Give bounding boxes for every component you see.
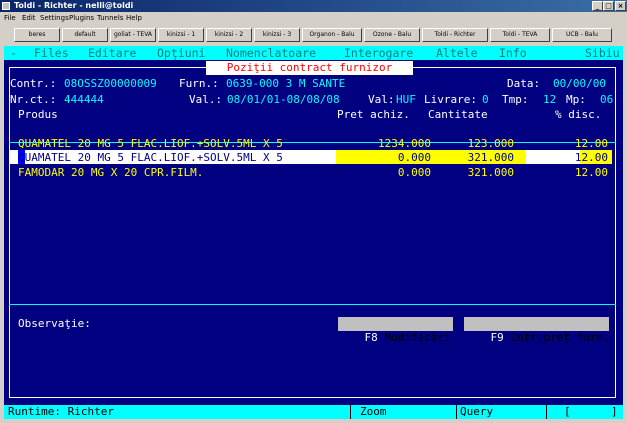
session-button-kinizsi-3[interactable]: kinizsi - 3 bbox=[254, 28, 300, 42]
furn-label: Furn.: bbox=[179, 77, 219, 90]
minimize-button[interactable]: _ bbox=[592, 1, 603, 11]
session-button-toldi-richter[interactable]: Toldi - Richter bbox=[422, 28, 488, 42]
app-menu-interogare[interactable]: Interogare bbox=[344, 46, 413, 60]
window-title-bar: Toldi - Richter - nelli@toldi _ □ × bbox=[0, 0, 627, 12]
livrare-value[interactable]: 0 bbox=[482, 93, 489, 106]
app-menu-altele[interactable]: Altele bbox=[436, 46, 478, 60]
f8-modificari-button[interactable]: F8 Modificări bbox=[338, 317, 453, 344]
data-value[interactable]: 00/00/00 bbox=[553, 77, 606, 90]
status-query: Query bbox=[460, 405, 494, 418]
tmp-label: Tmp: bbox=[502, 93, 529, 106]
val-label: Val.: bbox=[189, 93, 223, 106]
row-cantitate: 123.000 bbox=[467, 137, 514, 150]
column-header-produs: Produs bbox=[18, 108, 58, 121]
val-value[interactable]: 08/01/01-08/08/08 bbox=[227, 93, 340, 106]
menu-help[interactable]: Help bbox=[126, 12, 142, 24]
app-menu-files[interactable]: Files bbox=[34, 46, 69, 60]
app-menu-info[interactable]: Info bbox=[499, 46, 527, 60]
form-title: Poziţii contract furnizor bbox=[206, 61, 413, 75]
footer-separator bbox=[9, 304, 616, 305]
maximize-button[interactable]: □ bbox=[603, 1, 614, 11]
row-disc: 12.00 bbox=[574, 166, 608, 179]
app-menu-dash: - bbox=[10, 46, 17, 60]
tmp-value[interactable]: 12 bbox=[543, 93, 556, 106]
status-runtime: Runtime: Richter bbox=[8, 405, 114, 418]
furn-value[interactable]: 0639-000 3 M SANTE bbox=[226, 77, 345, 90]
app-menu-bar: - Files Editare Opţiuni Nomenclatoare In… bbox=[4, 46, 623, 60]
session-button-goliat-teva[interactable]: goliat - TEVA bbox=[110, 28, 156, 42]
column-header-pret: Pret achiz. bbox=[337, 108, 410, 121]
valuta-value[interactable]: HUF bbox=[396, 93, 416, 106]
column-header-disc: % disc. bbox=[555, 108, 602, 121]
close-button[interactable]: × bbox=[615, 1, 626, 11]
data-label: Data: bbox=[507, 77, 541, 90]
column-header-cantitate: Cantitate bbox=[428, 108, 488, 121]
f9-label: Intr.preţ furn. bbox=[510, 331, 610, 344]
row-disc: 12.00 bbox=[574, 137, 608, 150]
observatie-label: Observaţie: bbox=[18, 317, 91, 330]
valuta-label: Val: bbox=[368, 93, 395, 106]
session-button-kinizsi-1[interactable]: kinizsi - 1 bbox=[158, 28, 204, 42]
mp-value[interactable]: 06 bbox=[600, 93, 613, 106]
menu-settings[interactable]: Settings bbox=[40, 12, 69, 24]
terminal-screen[interactable]: - Files Editare Opţiuni Nomenclatoare In… bbox=[4, 46, 623, 406]
menu-plugins[interactable]: Plugins bbox=[69, 12, 94, 24]
f9-key: F9 bbox=[490, 331, 504, 344]
status-bracket-open: [ bbox=[564, 405, 571, 418]
row-produs: FAMODAR 20 MG X 20 CPR.FILM. bbox=[18, 166, 204, 179]
contr-label: Contr.: bbox=[10, 77, 57, 90]
app-menu-editare[interactable]: Editare bbox=[88, 46, 136, 60]
row-pret: 1234.000 bbox=[378, 137, 431, 150]
status-divider bbox=[350, 405, 351, 419]
nrct-label: Nr.ct.: bbox=[10, 93, 57, 106]
status-divider bbox=[546, 405, 547, 419]
livrare-label: Livrare: bbox=[424, 93, 477, 106]
app-menu-optiuni[interactable]: Opţiuni bbox=[157, 46, 205, 60]
f8-label: Modificări bbox=[384, 331, 451, 344]
menu-tunnels[interactable]: Tunnels bbox=[97, 12, 123, 24]
status-bracket-close: ] bbox=[611, 405, 618, 418]
menubar: File Edit Settings Plugins Tunnels Help bbox=[0, 12, 627, 24]
app-menu-sibiu: Sibiu bbox=[585, 46, 620, 60]
app-menu-nomenclatoare[interactable]: Nomenclatoare bbox=[226, 46, 316, 60]
status-bar: Runtime: Richter Zoom Query [ ] bbox=[4, 405, 623, 419]
session-button-toldi-teva[interactable]: Toldi - TEVA bbox=[490, 28, 550, 42]
session-button-default[interactable]: default bbox=[62, 28, 108, 42]
row-cantitate: 321.000 bbox=[467, 166, 514, 179]
status-zoom: Zoom bbox=[360, 405, 387, 418]
nrct-value[interactable]: 444444 bbox=[64, 93, 104, 106]
app-icon bbox=[2, 2, 10, 10]
session-button-ozone-balu[interactable]: Ozone - Balu bbox=[364, 28, 420, 42]
row-pret: 0.000 bbox=[397, 151, 431, 164]
row-disc: 12.00 bbox=[574, 151, 608, 164]
row-pret: 0.000 bbox=[397, 166, 431, 179]
menu-edit[interactable]: Edit bbox=[22, 12, 36, 24]
contr-value[interactable]: 08OSSZ00000009 bbox=[64, 77, 157, 90]
f9-intr-pret-button[interactable]: F9 Intr.preţ furn. bbox=[464, 317, 610, 344]
row-produs: QUAMATEL 20 MG 5 FLAC.LIOF.+SOLV.5ML X 5 bbox=[18, 137, 283, 150]
session-button-ucb-balu[interactable]: UCB - Balu bbox=[552, 28, 612, 42]
menu-file[interactable]: File bbox=[4, 12, 16, 24]
mp-label: Mp: bbox=[566, 93, 586, 106]
f8-key: F8 bbox=[364, 331, 378, 344]
session-button-kinizsi-2[interactable]: kinizsi - 2 bbox=[206, 28, 252, 42]
form-frame bbox=[9, 67, 616, 398]
session-toolbar: beres default goliat - TEVA kinizsi - 1 … bbox=[0, 24, 627, 46]
session-button-organon-balu[interactable]: Organon - Balu bbox=[302, 28, 362, 42]
window-title: Toldi - Richter - nelli@toldi bbox=[14, 1, 134, 10]
row-produs: QUAMATEL 20 MG 5 FLAC.LIOF.+SOLV.5ML X 5 bbox=[18, 151, 283, 164]
status-divider bbox=[456, 405, 457, 419]
session-button-beres[interactable]: beres bbox=[14, 28, 60, 42]
row-cantitate: 321.000 bbox=[467, 151, 514, 164]
